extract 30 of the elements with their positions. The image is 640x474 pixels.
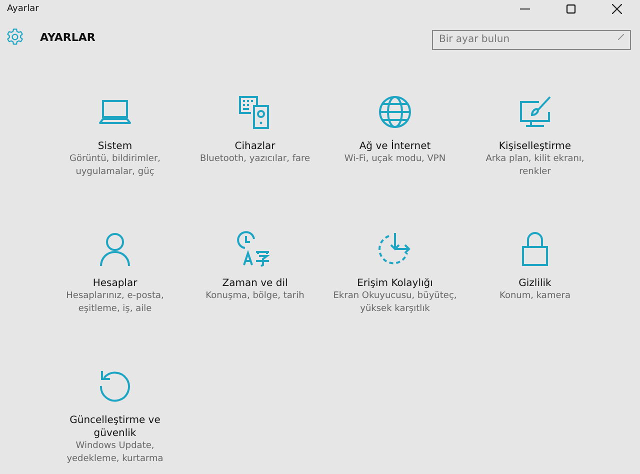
tile-title[interactable]: Zaman ve dil: [222, 277, 288, 290]
tile-description: Görüntü, bildirimler, uygulamalar, güç: [68, 153, 162, 179]
tile-title[interactable]: Erişim Kolaylığı: [357, 277, 433, 290]
person-icon[interactable]: [97, 231, 133, 267]
page-title: AYARLAR: [40, 30, 96, 44]
search-icon: [618, 34, 624, 40]
window-title: Ayarlar: [7, 4, 39, 14]
tile-title[interactable]: Ağ ve İnternet: [359, 140, 431, 153]
tile-description: Konuşma, bölge, tarih: [206, 290, 304, 303]
maximize-icon: [566, 4, 576, 14]
search-field[interactable]: Bir ayar bulun: [432, 30, 631, 50]
tile-title[interactable]: Sistem: [98, 140, 132, 153]
tile-description: Arka plan, kilit ekranı, renkler: [484, 153, 586, 179]
clock-arrow-icon[interactable]: [377, 231, 413, 267]
tile-description: Bluetooth, yazıcılar, fare: [200, 153, 310, 166]
globe-icon[interactable]: [377, 94, 413, 130]
tile-description: Ekran Okuyucusu, büyüteç, yüksek karşıtlık: [332, 290, 458, 316]
tile-title[interactable]: Gizlilik: [518, 277, 552, 290]
tile-description: Konum, kamera: [500, 290, 570, 303]
refresh-icon[interactable]: [97, 368, 133, 404]
tile-title[interactable]: Hesaplar: [92, 277, 138, 290]
settings-icon: [6, 28, 24, 46]
tile-description: Wi-Fi, uçak modu, VPN: [344, 153, 446, 166]
tile-title[interactable]: Cihazlar: [234, 140, 276, 153]
tile-title[interactable]: Kişiselleştirme: [498, 140, 572, 153]
tile-description: Hesaplarınız, e-posta, eşitleme, iş, aile: [65, 290, 165, 316]
close-icon: [612, 4, 622, 14]
tile-description: Windows Update, yedekleme, kurtarma: [66, 440, 164, 466]
tile-title[interactable]: Güncelleştirme ve güvenlik: [56, 414, 174, 440]
monitor-brush-icon[interactable]: [517, 94, 553, 130]
